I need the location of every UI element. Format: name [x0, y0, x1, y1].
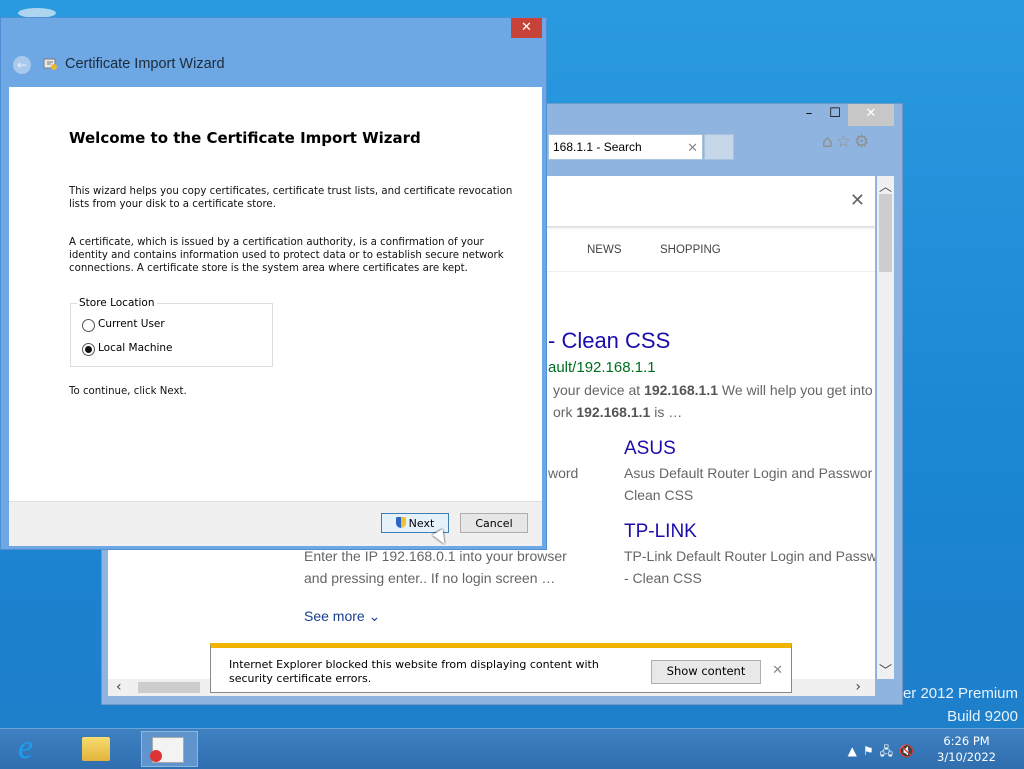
network-icon[interactable]: 🖧 — [880, 744, 899, 758]
cancel-button[interactable]: Cancel — [460, 513, 528, 533]
ie-tab-label: 168.1.1 - Search — [553, 140, 642, 154]
result-tplink-line2: - Clean CSS — [624, 570, 702, 586]
scroll-right-icon[interactable]: › — [855, 679, 861, 695]
store-location-group: Store Location Current User Local Machin… — [70, 297, 273, 367]
vertical-scrollbar[interactable]: ︿ ﹀ — [877, 176, 894, 679]
home-icon[interactable]: ⌂ — [822, 132, 836, 152]
result-snippet-line2: ork 192.168.1.1 is … — [553, 404, 683, 420]
ie-new-tab-button[interactable] — [704, 134, 734, 160]
certificate-icon — [43, 56, 59, 76]
taskbar: e ▲⚑🖧🔇 6:26 PM 3/10/2022 — [0, 728, 1024, 769]
favorites-star-icon[interactable]: ☆ — [836, 132, 854, 152]
taskbar-certificate-wizard-button[interactable] — [141, 731, 198, 767]
scroll-left-icon[interactable]: ‹ — [116, 679, 122, 695]
vertical-scroll-thumb[interactable] — [879, 194, 892, 272]
uac-shield-icon — [395, 517, 406, 528]
horizontal-scroll-thumb[interactable] — [138, 682, 200, 693]
certificate-import-wizard-window: ✕ ← Certificate Import Wizard Welcome to… — [0, 17, 547, 550]
show-content-button[interactable]: Show content — [651, 660, 761, 684]
scroll-up-icon[interactable]: ︿ — [877, 176, 894, 195]
wizard-close-button[interactable]: ✕ — [511, 18, 542, 38]
windows-watermark-build: Build 9200 — [947, 708, 1018, 725]
error-badge-icon — [150, 750, 162, 762]
result-asus-line2: Clean CSS — [624, 487, 694, 503]
result-url: ault/192.168.1.1 — [548, 359, 656, 376]
system-tray: ▲⚑🖧🔇 — [848, 742, 920, 763]
search-clear-icon[interactable]: ✕ — [850, 190, 865, 211]
store-location-legend: Store Location — [77, 297, 157, 309]
left-col-snippet-word: word — [548, 465, 579, 481]
chevron-down-icon: ⌄ — [368, 608, 381, 624]
ie-tab-close-icon[interactable]: ✕ — [687, 135, 698, 160]
taskbar-clock[interactable]: 6:26 PM 3/10/2022 — [937, 733, 996, 765]
clock-date: 3/10/2022 — [937, 750, 996, 764]
notification-close-icon[interactable]: ✕ — [772, 663, 783, 678]
action-center-flag-icon[interactable]: ⚑ — [863, 744, 880, 758]
current-user-label[interactable]: Current User — [98, 318, 165, 330]
ie-tab-search[interactable]: 168.1.1 - Search ✕ — [548, 134, 703, 160]
local-machine-radio[interactable] — [82, 343, 95, 356]
continue-instruction: To continue, click Next. — [69, 386, 187, 397]
ie-maximize-button[interactable]: ☐ — [822, 104, 848, 126]
result-tplink-line1: TP-Link Default Router Login and Passw — [624, 548, 875, 564]
ie-minimize-button[interactable]: – — [796, 104, 822, 126]
left-col-snippet-line-b: and pressing enter.. If no login screen … — [304, 570, 556, 586]
windows-watermark-edition: ver 2012 Premium — [895, 685, 1018, 702]
current-user-radio[interactable] — [82, 319, 95, 332]
nav-news[interactable]: NEWS — [587, 244, 622, 256]
security-notification-bar: Internet Explorer blocked this website f… — [210, 643, 792, 693]
ie-toolbar-icons: ⌂☆⚙ — [822, 132, 872, 152]
taskbar-file-explorer-icon[interactable] — [82, 737, 110, 761]
ie-close-button[interactable]: ✕ — [848, 104, 894, 126]
wizard-intro-paragraph: This wizard helps you copy certificates,… — [69, 186, 513, 210]
wizard-heading: Welcome to the Certificate Import Wizard — [69, 129, 421, 147]
scroll-down-icon[interactable]: ﹀ — [877, 660, 894, 679]
show-hidden-icons-icon[interactable]: ▲ — [848, 744, 863, 758]
wizard-footer: Next Cancel — [9, 501, 542, 546]
gear-icon[interactable]: ⚙ — [854, 132, 872, 152]
result-title[interactable]: - Clean CSS — [548, 328, 670, 354]
result-snippet-line1: your device at 192.168.1.1 We will help … — [553, 382, 873, 398]
result-asus-line1: Asus Default Router Login and Passwor — [624, 465, 873, 481]
result-asus-title[interactable]: ASUS — [624, 438, 676, 460]
local-machine-label[interactable]: Local Machine — [98, 342, 173, 354]
result-tplink-title[interactable]: TP-LINK — [624, 521, 697, 543]
taskbar-internet-explorer-icon[interactable]: e — [18, 731, 75, 767]
wizard-window-title: Certificate Import Wizard — [65, 56, 225, 72]
see-more-link[interactable]: See more ⌄ — [304, 608, 380, 625]
clock-time: 6:26 PM — [943, 734, 990, 748]
nav-shopping[interactable]: SHOPPING — [660, 244, 721, 256]
wizard-certificate-paragraph: A certificate, which is issued by a cert… — [69, 237, 504, 274]
notification-message: Internet Explorer blocked this website f… — [229, 658, 599, 685]
wizard-content: Welcome to the Certificate Import Wizard… — [9, 87, 542, 501]
volume-muted-icon[interactable]: 🔇 — [899, 744, 920, 758]
back-arrow-icon[interactable]: ← — [13, 56, 31, 74]
